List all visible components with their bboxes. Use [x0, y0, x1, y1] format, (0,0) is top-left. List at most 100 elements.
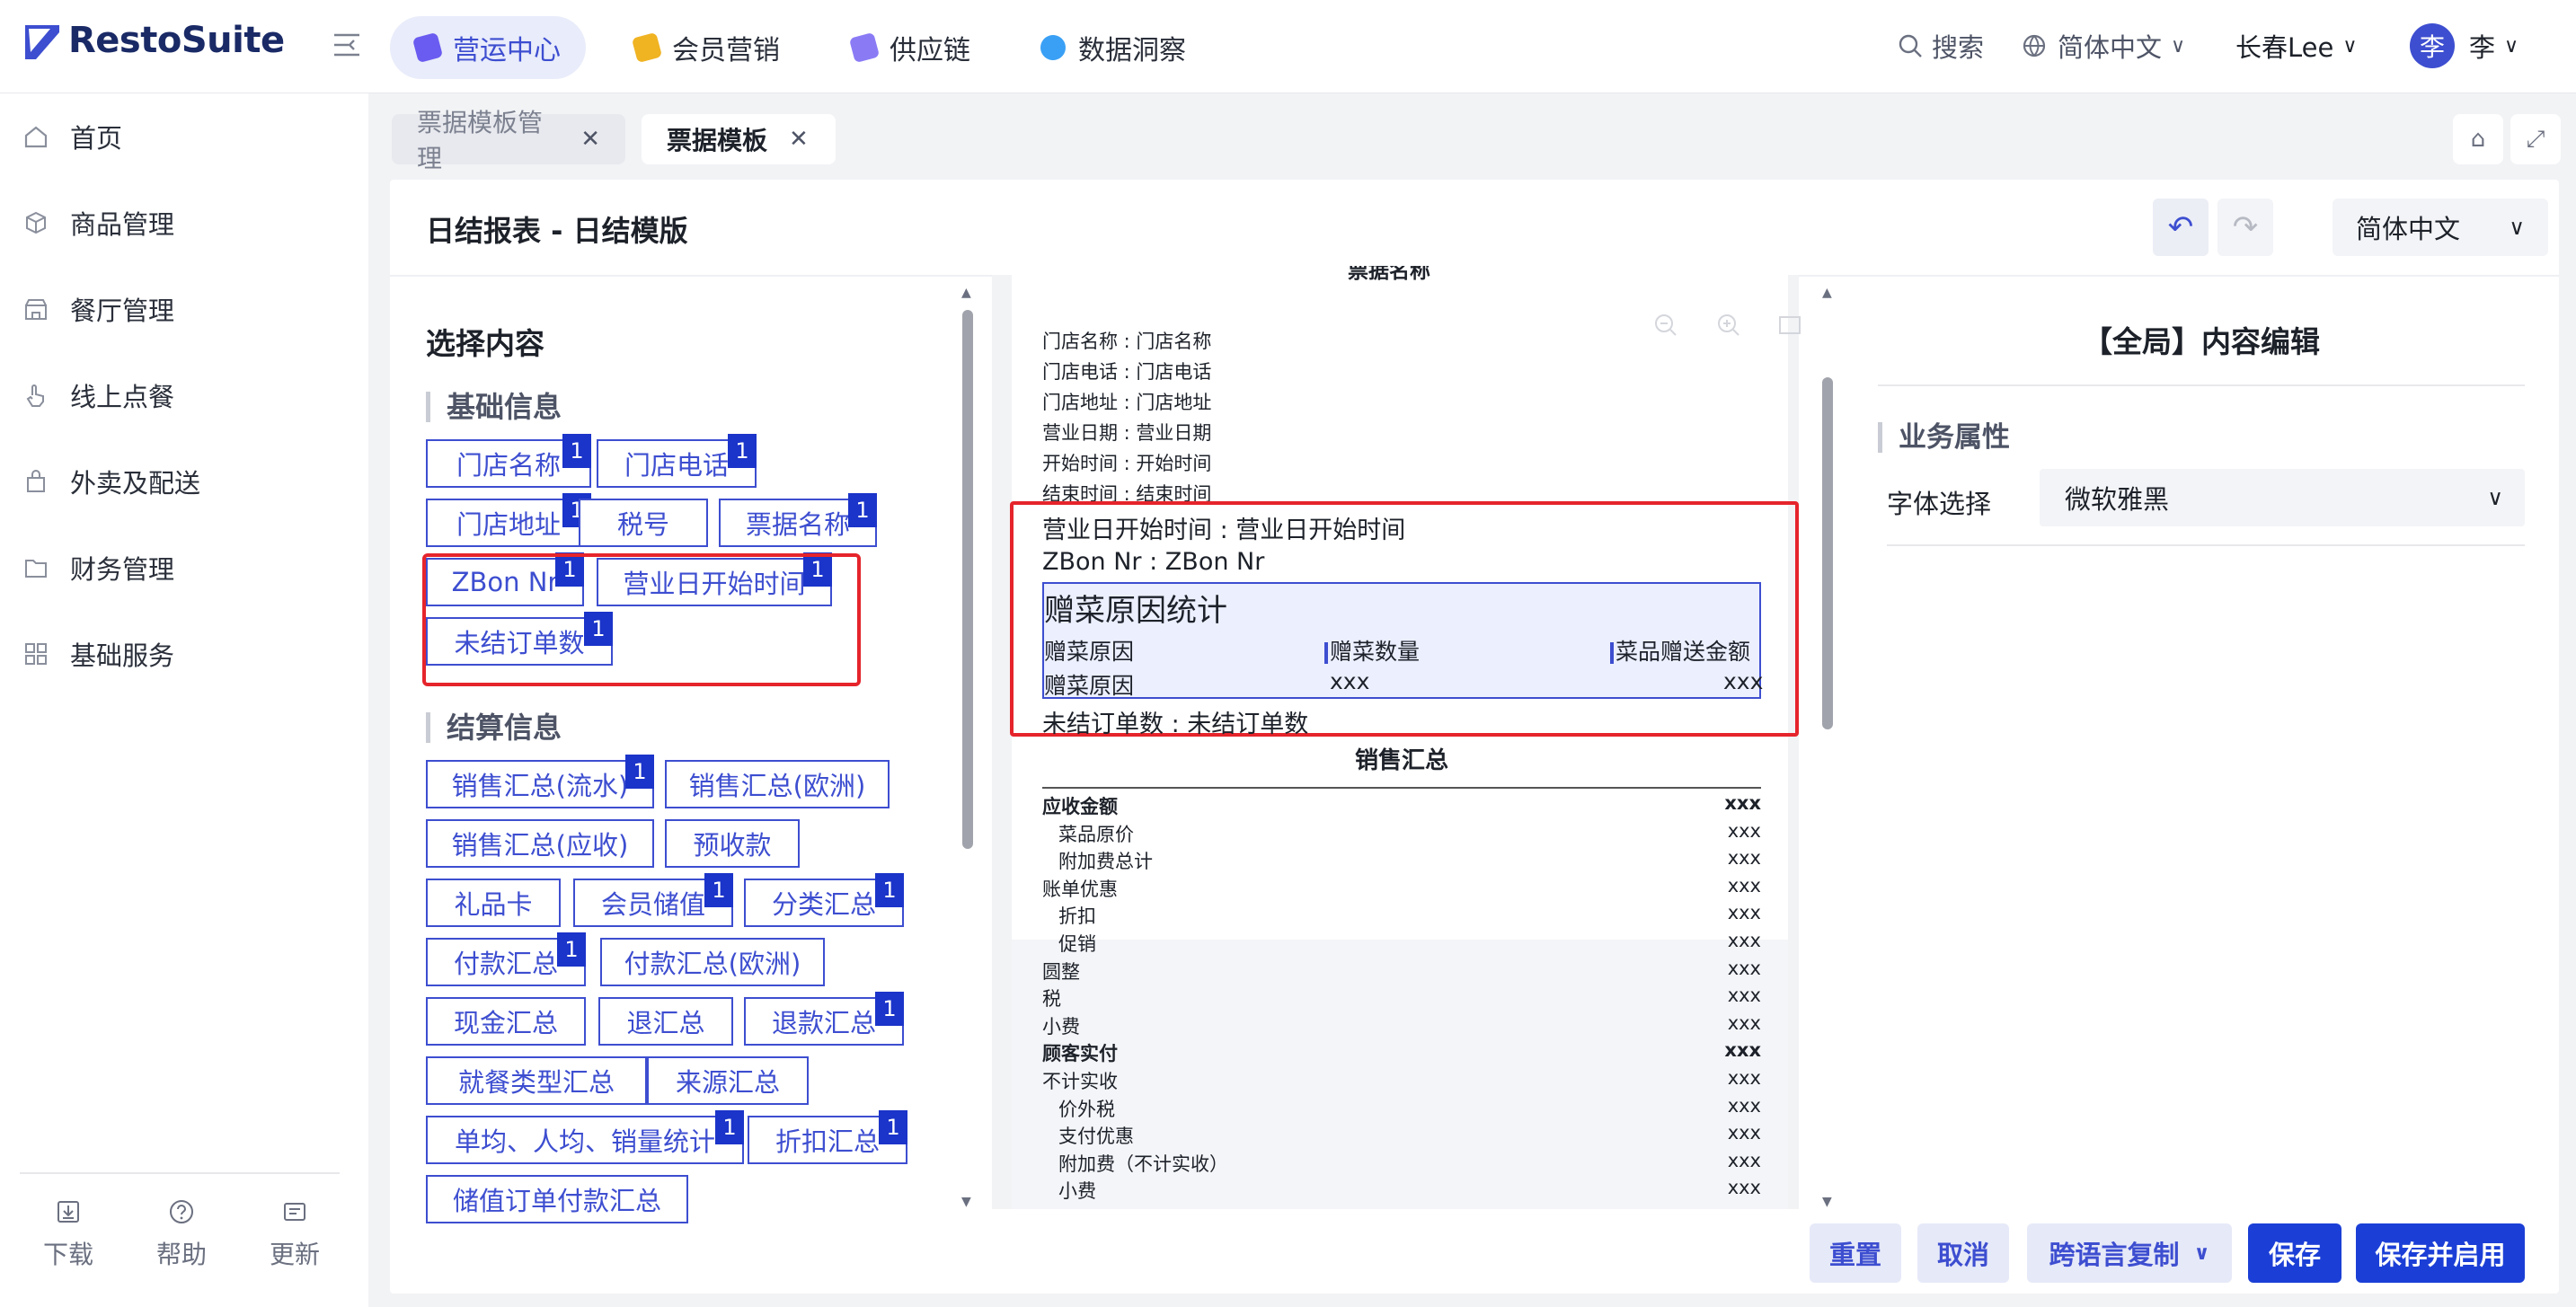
search-trigger[interactable]: 搜索 [1898, 27, 1984, 65]
zoom-out-icon[interactable] [1653, 313, 1678, 338]
zoom-in-icon[interactable] [1716, 313, 1741, 338]
receipt-info-line[interactable]: 门店地址 : 门店地址 [1042, 388, 1211, 415]
language-select[interactable]: 简体中文 ∨ [2333, 199, 2548, 256]
content-edit-divider [1878, 384, 2525, 386]
content-chip[interactable]: 票据名称 1 [719, 493, 877, 547]
sidebar-item-online-order[interactable]: 线上点餐 [0, 352, 368, 438]
fullscreen-icon[interactable]: ⤢ [2510, 114, 2561, 164]
content-chip[interactable]: 现金汇总 [426, 997, 586, 1046]
sales-summary-row: 账单优惠 xxx [1042, 874, 1761, 900]
content-chip[interactable]: 分类汇总 1 [744, 873, 904, 927]
section-settlement-info: 结算信息 [426, 712, 562, 743]
content-chip[interactable]: 储值订单付款汇总 [426, 1175, 688, 1223]
store-switcher[interactable]: 长春Lee ∨ [2235, 27, 2357, 65]
sidebar-item-delivery[interactable]: 外卖及配送 [0, 438, 368, 525]
save-button[interactable]: 保存 [2248, 1223, 2341, 1283]
topnav-operations[interactable]: 营运中心 [390, 16, 586, 79]
cancel-button[interactable]: 取消 [1917, 1223, 2009, 1283]
gift-header-amount: 菜品赠送金额 [1610, 634, 1750, 667]
content-chip[interactable]: 税号 [579, 499, 708, 547]
receipt-info-line[interactable]: 开始时间 : 开始时间 [1042, 449, 1211, 476]
cube-icon [26, 211, 46, 234]
content-chip[interactable]: 销售汇总(流水) 1 [426, 755, 654, 808]
close-icon[interactable]: ✕ [580, 126, 600, 153]
collapse-sidebar-icon[interactable] [332, 32, 361, 57]
save-and-enable-button[interactable]: 保存并启用 [2356, 1223, 2525, 1283]
content-chip[interactable]: 付款汇总(欧洲) [600, 938, 825, 986]
topnav-data-insight[interactable]: 数据洞察 [1015, 16, 1211, 79]
reset-button[interactable]: 重置 [1810, 1223, 1901, 1283]
scroll-up-icon[interactable]: ▲ [1822, 286, 1832, 300]
sidebar-item-home[interactable]: 首页 [0, 93, 368, 180]
gift-header-qty: 赠菜数量 [1324, 634, 1420, 667]
undo-button[interactable]: ↶ [2153, 199, 2209, 256]
download-icon [58, 1201, 79, 1223]
content-chip[interactable]: 付款汇总 1 [426, 932, 586, 986]
tab-template-management[interactable]: 票据模板管理 ✕ [392, 108, 625, 173]
content-chip[interactable]: 单均、人均、销量统计 1 [426, 1110, 744, 1164]
fit-screen-icon[interactable] [1777, 313, 1802, 338]
content-chip[interactable]: 门店地址 1 [426, 493, 591, 547]
update-icon [284, 1203, 305, 1221]
logo-icon [25, 25, 59, 59]
content-chip[interactable]: 折扣汇总 1 [748, 1110, 907, 1164]
sidebar-divider [20, 1172, 340, 1174]
scroll-down-icon[interactable]: ▼ [1822, 1195, 1832, 1209]
home-page-icon[interactable]: ⌂ [2453, 114, 2503, 164]
sales-summary-row: 顾客实付 xxx [1042, 1039, 1761, 1065]
user-menu[interactable]: 李 ∨ [2469, 27, 2518, 65]
redo-button[interactable]: ↷ [2217, 199, 2273, 256]
download-button[interactable]: 下载 [23, 1199, 113, 1271]
content-chip[interactable]: 礼品卡 [426, 879, 561, 927]
content-chip[interactable]: 门店电话 1 [597, 434, 757, 488]
font-select[interactable]: 微软雅黑 ∨ [2040, 469, 2525, 526]
content-chip[interactable]: 销售汇总(欧洲) [665, 760, 890, 808]
receipt-info-line[interactable]: 门店电话 : 门店电话 [1042, 358, 1211, 384]
sidebar-item-basic-services[interactable]: 基础服务 [0, 611, 368, 697]
topnav-member-marketing[interactable]: 会员营销 [609, 16, 805, 79]
sales-summary-row: 小费 xxx [1042, 1011, 1761, 1038]
scroll-up-icon[interactable]: ▲ [961, 286, 971, 300]
cross-language-copy-button[interactable]: 跨语言复制 ∨ [2027, 1223, 2232, 1283]
content-chip[interactable]: 销售汇总(应收) [426, 819, 654, 868]
marketing-icon [631, 31, 663, 64]
chip-count-badge: 1 [715, 1110, 744, 1144]
content-chip[interactable]: 门店名称 1 [426, 434, 591, 488]
selection-highlight-box [422, 553, 861, 686]
update-button[interactable]: 更新 [250, 1199, 340, 1271]
content-chip[interactable]: 预收款 [665, 819, 800, 868]
topnav-supply-chain[interactable]: 供应链 [827, 16, 996, 79]
receipt-business-start-line[interactable]: 营业日开始时间 : 营业日开始时间 [1042, 510, 1405, 545]
receipt-info-line[interactable]: 营业日期 : 营业日期 [1042, 419, 1211, 446]
select-content-title: 选择内容 [426, 326, 544, 361]
receipt-info-line[interactable]: 门店名称 : 门店名称 [1042, 327, 1211, 354]
content-chip[interactable]: 退汇总 [598, 997, 733, 1046]
help-button[interactable]: 帮助 [137, 1199, 226, 1271]
chip-count-badge: 1 [625, 755, 654, 789]
avatar[interactable]: 李 [2410, 23, 2455, 68]
receipt-zbon-line[interactable]: ZBon Nr : ZBon Nr [1042, 548, 1264, 576]
content-chip[interactable]: 退款汇总 1 [744, 992, 904, 1046]
business-attributes-heading: 业务属性 [1878, 422, 2010, 453]
sales-summary-row: 支付优惠 xxx [1058, 1122, 1761, 1148]
language-switcher[interactable]: 简体中文 ∨ [2022, 27, 2185, 65]
chevron-down-icon: ∨ [2171, 34, 2186, 57]
left-scrollbar-thumb[interactable] [962, 310, 973, 849]
scroll-down-icon[interactable]: ▼ [961, 1195, 971, 1209]
sales-summary-row: 不计实收 xxx [1042, 1067, 1761, 1092]
sidebar-item-finance[interactable]: 财务管理 [0, 525, 368, 611]
tab-template[interactable]: 票据模板 ✕ [642, 114, 836, 164]
content-chip[interactable]: 会员储值 1 [573, 873, 733, 927]
content-chip[interactable]: 就餐类型汇总 [426, 1056, 647, 1105]
redo-icon: ↷ [2232, 209, 2259, 245]
receipt-unsettled-line[interactable]: 未结订单数 : 未结订单数 [1042, 704, 1308, 739]
sidebar-item-products[interactable]: 商品管理 [0, 180, 368, 266]
right-scrollbar-thumb[interactable] [1822, 377, 1833, 729]
content-chip[interactable]: 来源汇总 [647, 1056, 809, 1105]
hand-tap-icon [26, 384, 44, 407]
gift-reason-title: 赠菜原因统计 [1044, 593, 1227, 629]
sidebar-item-restaurant[interactable]: 餐厅管理 [0, 266, 368, 352]
app-logo-text: RestoSuite [68, 20, 285, 61]
chip-count-badge: 1 [875, 992, 904, 1026]
close-icon[interactable]: ✕ [789, 126, 809, 153]
